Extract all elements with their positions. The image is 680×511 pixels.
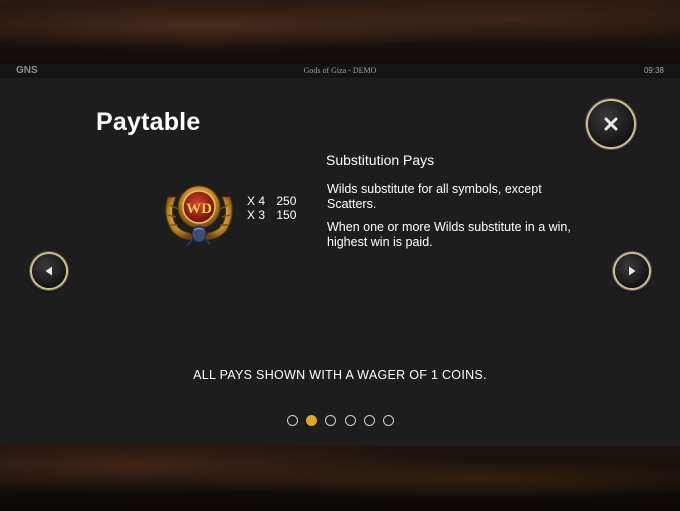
svg-text:WD: WD bbox=[186, 201, 212, 217]
substitution-heading: Substitution Pays bbox=[326, 152, 435, 168]
page-dot[interactable] bbox=[344, 415, 356, 426]
previous-page-button[interactable] bbox=[32, 254, 66, 288]
page-dot[interactable] bbox=[287, 415, 298, 426]
next-page-button[interactable] bbox=[615, 254, 649, 288]
pay-row: X 3 150 bbox=[247, 208, 296, 222]
pay-value: 250 bbox=[276, 194, 297, 208]
clock: 09:38 bbox=[643, 66, 664, 75]
background-bottom bbox=[0, 446, 680, 511]
pay-count: X 4 bbox=[247, 194, 266, 208]
close-button[interactable] bbox=[588, 101, 634, 147]
substitution-rule-text: Wilds substitute for all symbols, except… bbox=[327, 182, 542, 211]
page-dot[interactable] bbox=[363, 415, 375, 426]
background-top bbox=[0, 0, 680, 64]
pay-count: X 3 bbox=[247, 208, 266, 222]
close-icon bbox=[604, 117, 618, 131]
pay-row: X 4 250 bbox=[247, 194, 296, 208]
paytable-panel: Paytable WD X 4 250 X 3 150 Substitution… bbox=[0, 78, 680, 446]
game-title: Gods of Giza - DEMO bbox=[303, 66, 377, 75]
symbol-pays: X 4 250 X 3 150 bbox=[247, 194, 296, 222]
arrow-left-icon bbox=[45, 266, 52, 276]
page-title: Paytable bbox=[96, 108, 201, 136]
arrow-right-icon bbox=[629, 266, 636, 276]
page-dot[interactable] bbox=[306, 415, 318, 426]
page-dot[interactable] bbox=[383, 415, 394, 426]
page-dot[interactable] bbox=[325, 415, 337, 426]
status-bar: GNS Gods of Giza - DEMO 09:38 bbox=[0, 64, 680, 78]
wild-scarab-symbol-icon: WD bbox=[165, 185, 233, 246]
pay-value: 150 bbox=[276, 208, 297, 222]
substitution-rule-text: When one or more Wilds substitute in a w… bbox=[327, 220, 571, 249]
wager-note: ALL PAYS SHOWN WITH A WAGER OF 1 COINS. bbox=[193, 368, 487, 382]
